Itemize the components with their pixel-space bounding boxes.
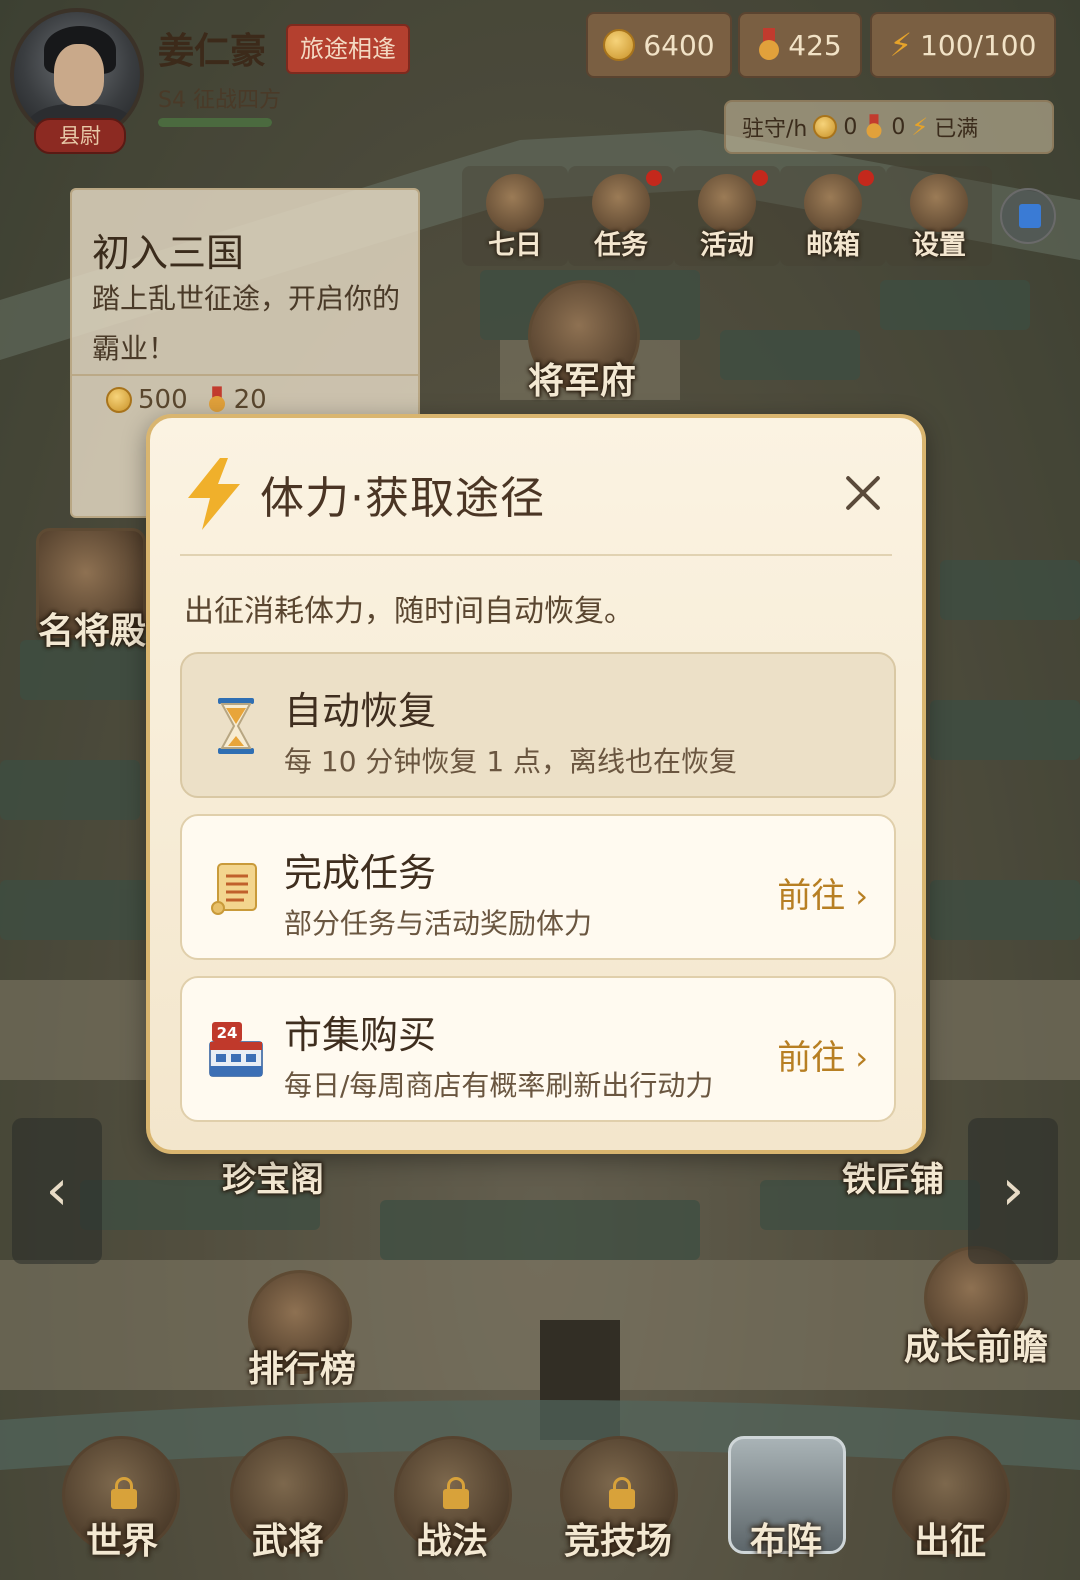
gold-coin-icon	[603, 29, 636, 61]
top-menu: 七日 任务 活动 邮箱 设置	[462, 166, 992, 266]
go-button[interactable]: 前往 ›	[777, 868, 868, 917]
gold-counter[interactable]: 6400	[586, 12, 732, 78]
menu-item-label: 活动	[700, 230, 754, 261]
season-label: S4 征战四方	[158, 88, 281, 113]
chevron-right-icon: ›	[855, 877, 868, 915]
quest-title: 初入三国	[92, 231, 245, 275]
chevron-right-icon: ›	[855, 1039, 868, 1077]
avatar-face	[54, 44, 104, 106]
option-auto-recover: 自动恢复 每 10 分钟恢复 1 点，离线也在恢复	[180, 652, 896, 798]
menu-item-seven-days[interactable]: 七日	[462, 166, 568, 266]
nav-arena-label: 竞技场	[564, 1521, 673, 1562]
menu-item-label: 设置	[912, 230, 966, 261]
player-name: 姜仁豪	[158, 31, 267, 72]
lightning-bolt-icon: ⚡	[911, 113, 929, 141]
option-subtitle: 每 10 分钟恢复 1 点，离线也在恢复	[284, 745, 738, 778]
quest-reward-honor: 20	[233, 385, 267, 415]
stamina-sources-dialog: 体力·获取途径 出征消耗体力，随时间自动恢复。 自动恢复 每 10 分钟恢复 1…	[146, 414, 926, 1154]
prev-page-arrow[interactable]: ‹	[12, 1118, 102, 1264]
nav-campaign-label: 出征	[914, 1521, 987, 1562]
building-blacksmith[interactable]: 铁匠铺	[842, 1152, 944, 1201]
option-title: 完成任务	[284, 851, 437, 895]
exp-bar-fill	[158, 118, 272, 127]
svg-text:24: 24	[217, 1024, 238, 1042]
option-title: 自动恢复	[284, 689, 437, 733]
garrison-label: 驻守/h	[742, 117, 808, 142]
gold-value: 6400	[643, 28, 715, 62]
garrison-gold: 0	[843, 114, 858, 140]
notification-dot	[646, 170, 662, 186]
stamina-value: 100/100	[920, 28, 1037, 62]
menu-item-label: 邮箱	[806, 230, 860, 261]
option-market-purchase[interactable]: 24 市集购买 每日/每周商店有概率刷新出行动力 前往 ›	[180, 976, 896, 1122]
menu-item-settings[interactable]: 设置	[886, 166, 992, 266]
honor-counter[interactable]: 425	[738, 12, 862, 78]
scroll-icon	[211, 863, 257, 915]
nav-formation-label: 布阵	[750, 1521, 823, 1562]
garrison-income[interactable]: 驻守/h 0 0 ⚡ 已满	[724, 100, 1054, 154]
close-icon[interactable]	[840, 470, 886, 516]
go-label: 前往	[777, 1038, 846, 1078]
player-title-badge[interactable]: 旅途相逢	[286, 24, 410, 74]
menu-item-label: 七日	[488, 230, 542, 261]
lock-icon	[609, 1477, 635, 1509]
quest-description: 踏上乱世征途，开启你的霸业！	[92, 282, 401, 365]
gold-coin-icon	[813, 115, 838, 139]
option-subtitle: 部分任务与活动奖励体力	[284, 907, 593, 940]
honor-value: 425	[788, 28, 842, 62]
medal-icon	[758, 28, 780, 62]
divider	[180, 554, 892, 556]
play-video-button[interactable]	[1000, 188, 1056, 244]
notification-dot	[858, 170, 874, 186]
gold-coin-icon	[106, 387, 132, 413]
dialog-description: 出征消耗体力，随时间自动恢复。	[184, 594, 634, 629]
exp-bar	[158, 118, 272, 127]
lock-icon	[111, 1477, 137, 1509]
notification-dot	[752, 170, 768, 186]
go-label: 前往	[777, 876, 846, 916]
nav-tactics-label: 战法	[416, 1521, 489, 1562]
rank-badge: 县尉	[34, 118, 126, 154]
building-general-mansion[interactable]: 将军府	[528, 352, 636, 404]
go-button[interactable]: 前往 ›	[777, 1030, 868, 1079]
option-complete-tasks[interactable]: 完成任务 部分任务与活动奖励体力 前往 ›	[180, 814, 896, 960]
hourglass-icon	[218, 698, 254, 754]
building-leaderboard[interactable]: 排行榜	[248, 1340, 356, 1392]
menu-item-mailbox[interactable]: 邮箱	[780, 166, 886, 266]
menu-item-events[interactable]: 活动	[674, 166, 780, 266]
quest-reward-gold: 500	[138, 385, 188, 415]
garrison-stamina-status: 已满	[934, 117, 979, 142]
building-growth-preview[interactable]: 成长前瞻	[904, 1318, 1048, 1370]
shop-24-icon: 24	[209, 1022, 263, 1077]
nav-world-label: 世界	[86, 1521, 159, 1562]
option-subtitle: 每日/每周商店有概率刷新出行动力	[284, 1069, 714, 1102]
medal-icon	[866, 114, 883, 140]
medal-icon	[208, 386, 226, 413]
building-treasure-pavilion[interactable]: 珍宝阁	[222, 1152, 324, 1201]
menu-item-label: 任务	[594, 230, 648, 261]
option-title: 市集购买	[284, 1013, 437, 1057]
building-hall-of-fame[interactable]: 名将殿	[38, 602, 146, 654]
lightning-bolt-icon: ⚡	[889, 26, 913, 64]
lock-icon	[443, 1477, 469, 1509]
menu-item-tasks[interactable]: 任务	[568, 166, 674, 266]
garrison-honor: 0	[891, 114, 906, 140]
lightning-bolt-icon	[188, 458, 240, 530]
stamina-counter[interactable]: ⚡ 100/100	[870, 12, 1056, 78]
next-page-arrow[interactable]: ›	[968, 1118, 1058, 1264]
nav-generals-label: 武将	[252, 1521, 325, 1562]
dialog-title: 体力·获取途径	[260, 473, 545, 524]
